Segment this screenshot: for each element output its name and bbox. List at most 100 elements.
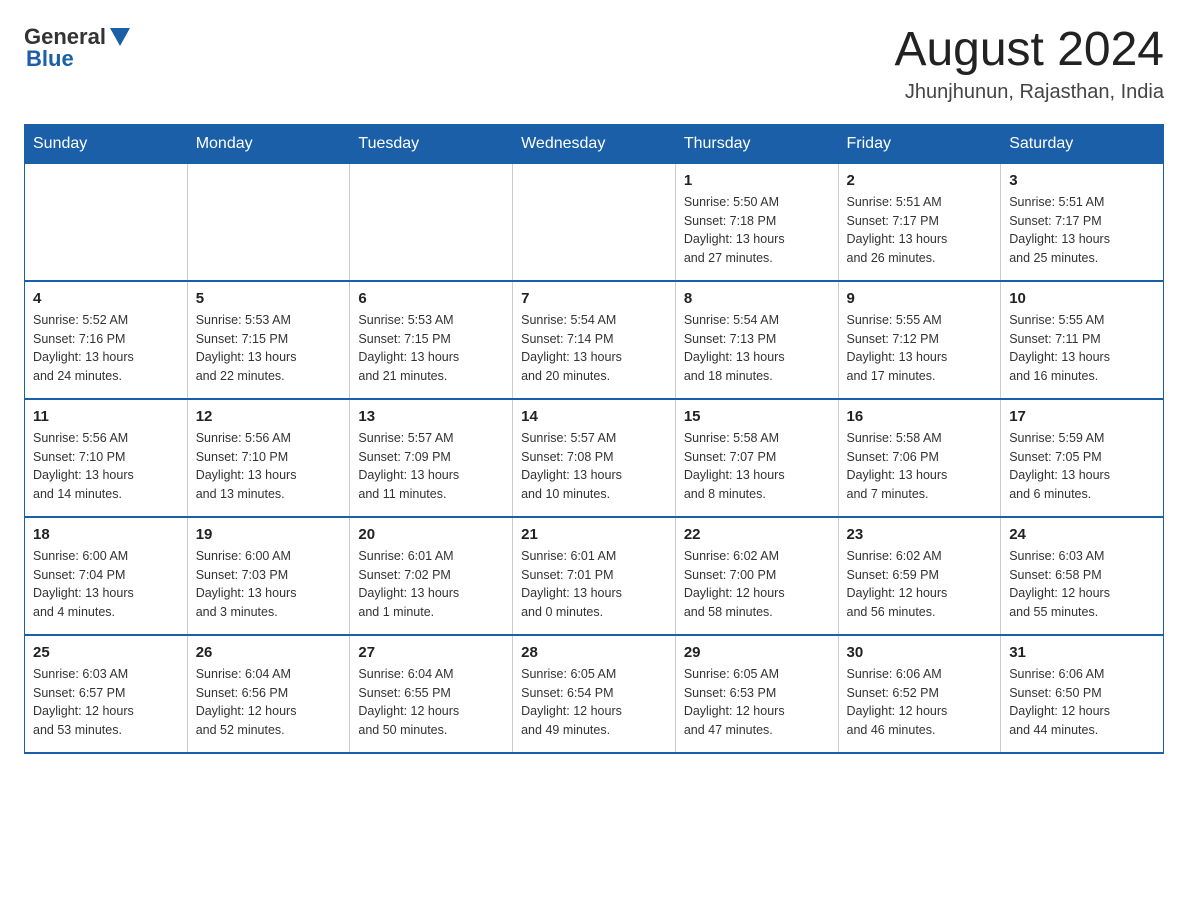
table-row: 21 Sunrise: 6:01 AM Sunset: 7:01 PM Dayli… bbox=[513, 517, 676, 635]
table-row: 4 Sunrise: 5:52 AM Sunset: 7:16 PM Daylig… bbox=[25, 281, 188, 399]
day-info: Sunrise: 5:54 AM Sunset: 7:14 PM Dayligh… bbox=[521, 311, 667, 386]
table-row: 3 Sunrise: 5:51 AM Sunset: 7:17 PM Daylig… bbox=[1001, 163, 1164, 281]
day-number: 11 bbox=[33, 408, 179, 425]
table-row: 24 Sunrise: 6:03 AM Sunset: 6:58 PM Dayli… bbox=[1001, 517, 1164, 635]
day-info: Sunrise: 6:03 AM Sunset: 6:58 PM Dayligh… bbox=[1009, 547, 1155, 622]
table-row: 26 Sunrise: 6:04 AM Sunset: 6:56 PM Dayli… bbox=[187, 635, 350, 753]
day-number: 17 bbox=[1009, 408, 1155, 425]
col-monday: Monday bbox=[187, 124, 350, 163]
day-info: Sunrise: 5:54 AM Sunset: 7:13 PM Dayligh… bbox=[684, 311, 830, 386]
day-number: 16 bbox=[847, 408, 993, 425]
table-row: 6 Sunrise: 5:53 AM Sunset: 7:15 PM Daylig… bbox=[350, 281, 513, 399]
day-info: Sunrise: 5:56 AM Sunset: 7:10 PM Dayligh… bbox=[196, 429, 342, 504]
day-info: Sunrise: 5:52 AM Sunset: 7:16 PM Dayligh… bbox=[33, 311, 179, 386]
day-info: Sunrise: 6:01 AM Sunset: 7:01 PM Dayligh… bbox=[521, 547, 667, 622]
day-number: 6 bbox=[358, 290, 504, 307]
col-friday: Friday bbox=[838, 124, 1001, 163]
table-row: 17 Sunrise: 5:59 AM Sunset: 7:05 PM Dayli… bbox=[1001, 399, 1164, 517]
title-block: August 2024 Jhunjhunun, Rajasthan, India bbox=[894, 24, 1164, 104]
table-row: 13Sunrise: 5:57 AM Sunset: 7:09 PM Dayli… bbox=[350, 399, 513, 517]
day-info: Sunrise: 5:57 AM Sunset: 7:08 PM Dayligh… bbox=[521, 429, 667, 504]
table-row: 31 Sunrise: 6:06 AM Sunset: 6:50 PM Dayli… bbox=[1001, 635, 1164, 753]
table-row bbox=[350, 163, 513, 281]
table-row: 29Sunrise: 6:05 AM Sunset: 6:53 PM Dayli… bbox=[675, 635, 838, 753]
table-row: 2 Sunrise: 5:51 AM Sunset: 7:17 PM Daylig… bbox=[838, 163, 1001, 281]
day-number: 28 bbox=[521, 644, 667, 661]
table-row: 9Sunrise: 5:55 AM Sunset: 7:12 PM Daylig… bbox=[838, 281, 1001, 399]
table-row: 7 Sunrise: 5:54 AM Sunset: 7:14 PM Daylig… bbox=[513, 281, 676, 399]
day-info: Sunrise: 6:02 AM Sunset: 6:59 PM Dayligh… bbox=[847, 547, 993, 622]
col-saturday: Saturday bbox=[1001, 124, 1164, 163]
table-row bbox=[187, 163, 350, 281]
day-number: 13 bbox=[358, 408, 504, 425]
calendar-week-row: 1 Sunrise: 5:50 AM Sunset: 7:18 PM Daylig… bbox=[25, 163, 1164, 281]
day-number: 26 bbox=[196, 644, 342, 661]
table-row: 23 Sunrise: 6:02 AM Sunset: 6:59 PM Dayli… bbox=[838, 517, 1001, 635]
day-info: Sunrise: 6:06 AM Sunset: 6:52 PM Dayligh… bbox=[847, 665, 993, 740]
day-number: 14 bbox=[521, 408, 667, 425]
day-number: 27 bbox=[358, 644, 504, 661]
calendar-table: Sunday Monday Tuesday Wednesday Thursday… bbox=[24, 124, 1164, 754]
table-row: 16 Sunrise: 5:58 AM Sunset: 7:06 PM Dayli… bbox=[838, 399, 1001, 517]
logo: General Blue bbox=[24, 24, 130, 72]
day-number: 12 bbox=[196, 408, 342, 425]
day-number: 18 bbox=[33, 526, 179, 543]
day-info: Sunrise: 6:00 AM Sunset: 7:04 PM Dayligh… bbox=[33, 547, 179, 622]
day-info: Sunrise: 5:56 AM Sunset: 7:10 PM Dayligh… bbox=[33, 429, 179, 504]
day-number: 23 bbox=[847, 526, 993, 543]
day-info: Sunrise: 5:58 AM Sunset: 7:07 PM Dayligh… bbox=[684, 429, 830, 504]
table-row: 22Sunrise: 6:02 AM Sunset: 7:00 PM Dayli… bbox=[675, 517, 838, 635]
day-number: 2 bbox=[847, 172, 993, 189]
col-sunday: Sunday bbox=[25, 124, 188, 163]
day-info: Sunrise: 5:53 AM Sunset: 7:15 PM Dayligh… bbox=[358, 311, 504, 386]
table-row bbox=[513, 163, 676, 281]
day-info: Sunrise: 6:05 AM Sunset: 6:53 PM Dayligh… bbox=[684, 665, 830, 740]
table-row: 8 Sunrise: 5:54 AM Sunset: 7:13 PM Daylig… bbox=[675, 281, 838, 399]
day-number: 24 bbox=[1009, 526, 1155, 543]
day-number: 1 bbox=[684, 172, 830, 189]
table-row: 27 Sunrise: 6:04 AM Sunset: 6:55 PM Dayli… bbox=[350, 635, 513, 753]
day-info: Sunrise: 6:02 AM Sunset: 7:00 PM Dayligh… bbox=[684, 547, 830, 622]
day-number: 31 bbox=[1009, 644, 1155, 661]
day-number: 15 bbox=[684, 408, 830, 425]
table-row: 25Sunrise: 6:03 AM Sunset: 6:57 PM Dayli… bbox=[25, 635, 188, 753]
calendar-week-row: 25Sunrise: 6:03 AM Sunset: 6:57 PM Dayli… bbox=[25, 635, 1164, 753]
col-thursday: Thursday bbox=[675, 124, 838, 163]
day-number: 25 bbox=[33, 644, 179, 661]
table-row: 28 Sunrise: 6:05 AM Sunset: 6:54 PM Dayli… bbox=[513, 635, 676, 753]
day-number: 20 bbox=[358, 526, 504, 543]
table-row: 14 Sunrise: 5:57 AM Sunset: 7:08 PM Dayli… bbox=[513, 399, 676, 517]
table-row: 30 Sunrise: 6:06 AM Sunset: 6:52 PM Dayli… bbox=[838, 635, 1001, 753]
day-number: 7 bbox=[521, 290, 667, 307]
day-info: Sunrise: 5:51 AM Sunset: 7:17 PM Dayligh… bbox=[1009, 193, 1155, 268]
day-info: Sunrise: 5:59 AM Sunset: 7:05 PM Dayligh… bbox=[1009, 429, 1155, 504]
day-number: 4 bbox=[33, 290, 179, 307]
table-row bbox=[25, 163, 188, 281]
day-number: 30 bbox=[847, 644, 993, 661]
day-info: Sunrise: 5:50 AM Sunset: 7:18 PM Dayligh… bbox=[684, 193, 830, 268]
table-row: 12 Sunrise: 5:56 AM Sunset: 7:10 PM Dayli… bbox=[187, 399, 350, 517]
day-number: 5 bbox=[196, 290, 342, 307]
day-info: Sunrise: 6:04 AM Sunset: 6:56 PM Dayligh… bbox=[196, 665, 342, 740]
table-row: 1 Sunrise: 5:50 AM Sunset: 7:18 PM Daylig… bbox=[675, 163, 838, 281]
page-header: General Blue August 2024 Jhunjhunun, Raj… bbox=[24, 24, 1164, 104]
calendar-week-row: 4 Sunrise: 5:52 AM Sunset: 7:16 PM Daylig… bbox=[25, 281, 1164, 399]
calendar-week-row: 18 Sunrise: 6:00 AM Sunset: 7:04 PM Dayli… bbox=[25, 517, 1164, 635]
day-number: 8 bbox=[684, 290, 830, 307]
day-info: Sunrise: 5:51 AM Sunset: 7:17 PM Dayligh… bbox=[847, 193, 993, 268]
day-info: Sunrise: 6:00 AM Sunset: 7:03 PM Dayligh… bbox=[196, 547, 342, 622]
calendar-header-row: Sunday Monday Tuesday Wednesday Thursday… bbox=[25, 124, 1164, 163]
day-number: 21 bbox=[521, 526, 667, 543]
day-number: 19 bbox=[196, 526, 342, 543]
day-number: 10 bbox=[1009, 290, 1155, 307]
day-info: Sunrise: 6:05 AM Sunset: 6:54 PM Dayligh… bbox=[521, 665, 667, 740]
col-tuesday: Tuesday bbox=[350, 124, 513, 163]
calendar-title: August 2024 bbox=[894, 24, 1164, 77]
day-info: Sunrise: 6:06 AM Sunset: 6:50 PM Dayligh… bbox=[1009, 665, 1155, 740]
day-info: Sunrise: 6:04 AM Sunset: 6:55 PM Dayligh… bbox=[358, 665, 504, 740]
day-number: 3 bbox=[1009, 172, 1155, 189]
day-info: Sunrise: 6:01 AM Sunset: 7:02 PM Dayligh… bbox=[358, 547, 504, 622]
table-row: 19 Sunrise: 6:00 AM Sunset: 7:03 PM Dayli… bbox=[187, 517, 350, 635]
table-row: 11 Sunrise: 5:56 AM Sunset: 7:10 PM Dayli… bbox=[25, 399, 188, 517]
day-info: Sunrise: 5:58 AM Sunset: 7:06 PM Dayligh… bbox=[847, 429, 993, 504]
